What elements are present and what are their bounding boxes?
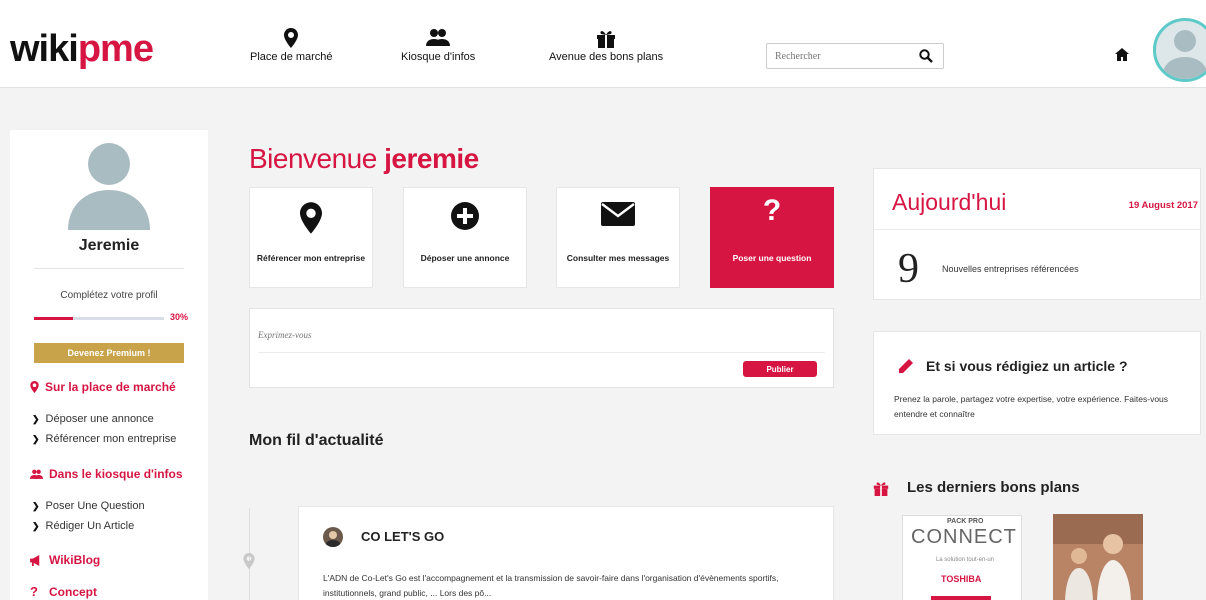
gift-icon — [597, 31, 616, 48]
nav-label: Place de marché — [250, 51, 333, 63]
chevron-right-icon: ❯ — [32, 433, 40, 444]
chef-photo-icon — [1053, 514, 1143, 600]
card-label: Consulter mes messages — [566, 253, 670, 263]
nav-label: Avenue des bons plans — [549, 51, 664, 63]
sidebar-link-label: Déposer une annonce — [45, 413, 154, 425]
user-silhouette-icon — [1162, 30, 1206, 79]
article-text: Prenez la parole, partagez votre experti… — [894, 394, 1169, 419]
sidebar-section-concept[interactable]: ? Concept — [30, 584, 97, 599]
card-referencer-entreprise[interactable]: Référencer mon entreprise — [249, 187, 373, 288]
nav-bons-plans[interactable]: Avenue des bons plans — [549, 28, 663, 63]
sidebar: Jeremie Complétez votre profil 30% Deven… — [10, 130, 208, 600]
card-label: Déposer une annonce — [420, 253, 510, 263]
sidebar-link-poser-question[interactable]: ❯ Poser Une Question — [32, 500, 145, 512]
profile-progress-bar — [34, 317, 164, 320]
person-photo-icon — [325, 531, 341, 547]
feed-avatar[interactable] — [323, 527, 343, 547]
today-panel: Aujourd'hui 19 August 2017 9 Nouvelles e… — [873, 168, 1202, 300]
sidebar-link-label: Poser Une Question — [45, 500, 145, 512]
plus-circle-icon — [451, 202, 479, 230]
search-icon[interactable] — [919, 49, 933, 63]
publish-button[interactable]: Publier — [743, 361, 817, 377]
map-pin-icon — [243, 553, 255, 569]
sidebar-section-label: WikiBlog — [49, 553, 101, 567]
card-label: Poser une question — [732, 253, 812, 263]
deal-card-connect[interactable]: PACK PRO CONNECT La solution tout-en-un … — [902, 515, 1022, 600]
today-date: 19 August 2017 — [1128, 200, 1198, 211]
map-pin-icon — [30, 381, 39, 393]
card-consulter-messages[interactable]: Consulter mes messages — [556, 187, 680, 288]
card-deposer-annonce[interactable]: Déposer une annonce — [403, 187, 527, 288]
map-pin-icon — [284, 28, 299, 48]
chevron-right-icon: ❯ — [32, 500, 40, 511]
deal-card-photo[interactable] — [1053, 514, 1143, 600]
top-header: wikipme Place de marché Kiosque d'infos … — [0, 0, 1206, 88]
question-icon: ? — [762, 194, 782, 227]
deal-brand: PACK PRO — [947, 518, 984, 525]
welcome-heading: Bienvenue jeremie — [249, 143, 479, 174]
feed-item[interactable]: CO LET'S GO L'ADN de Co-Let's Go est l'a… — [298, 506, 834, 600]
article-title: Et si vous rédigiez un article ? — [898, 358, 1128, 374]
sidebar-link-referencer-entreprise[interactable]: ❯ Référencer mon entreprise — [32, 433, 176, 445]
deal-partner: TOSHIBA — [941, 574, 982, 584]
nav-kiosque[interactable]: Kiosque d'infos — [401, 28, 475, 63]
sidebar-section-label: Sur la place de marché — [45, 380, 176, 394]
sidebar-link-deposer-annonce[interactable]: ❯ Déposer une annonce — [32, 413, 154, 425]
map-pin-icon — [300, 202, 322, 234]
wikipme-logo[interactable]: wikipme — [10, 28, 154, 71]
article-title-text: Et si vous rédigiez un article ? — [926, 358, 1128, 374]
question-icon: ? — [30, 584, 38, 599]
deal-ribbon — [931, 596, 991, 600]
profile-progress-fill — [34, 317, 73, 320]
people-icon — [426, 29, 451, 46]
feed-title: Mon fil d'actualité — [249, 432, 384, 449]
feed-author-name[interactable]: CO LET'S GO — [361, 529, 444, 544]
post-input[interactable] — [258, 317, 825, 353]
chevron-right-icon: ❯ — [32, 520, 40, 531]
sidebar-section-marketplace[interactable]: Sur la place de marché — [30, 380, 176, 394]
sidebar-link-label: Rédiger Un Article — [45, 520, 135, 532]
divider — [34, 268, 184, 269]
sidebar-user-name: Jeremie — [78, 237, 140, 254]
sidebar-section-wikiblog[interactable]: WikiBlog — [30, 553, 100, 567]
post-composer: Publier — [249, 308, 834, 388]
search-box — [766, 43, 944, 69]
home-icon[interactable] — [1115, 48, 1129, 61]
people-icon — [30, 469, 43, 479]
sidebar-link-rediger-article[interactable]: ❯ Rédiger Un Article — [32, 520, 134, 532]
new-companies-label: Nouvelles entreprises référencées — [942, 264, 1079, 274]
feed-text: L'ADN de Co-Let's Go est l'accompagnemen… — [323, 573, 779, 598]
pencil-icon — [899, 359, 913, 373]
deals-title: Les derniers bons plans — [873, 479, 1080, 496]
today-title: Aujourd'hui — [892, 189, 1007, 215]
deal-title: CONNECT — [911, 526, 1017, 548]
deal-subtitle: La solution tout-en-un — [935, 557, 995, 563]
nav-label: Kiosque d'infos — [401, 51, 476, 63]
new-companies-count: 9 — [898, 246, 919, 292]
profile-progress-percent: 30% — [170, 312, 189, 322]
card-label: Référencer mon entreprise — [256, 253, 366, 263]
sidebar-avatar[interactable] — [62, 130, 156, 230]
sidebar-link-label: Référencer mon entreprise — [45, 433, 177, 445]
premium-button[interactable]: Devenez Premium ! — [34, 343, 184, 363]
deals-title-text: Les derniers bons plans — [907, 479, 1080, 496]
gift-icon — [873, 481, 889, 496]
divider — [874, 229, 1202, 230]
write-article-panel[interactable]: Et si vous rédigiez un article ? Prenez … — [873, 331, 1201, 435]
chevron-right-icon: ❯ — [32, 413, 40, 424]
sidebar-section-kiosk[interactable]: Dans le kiosque d'infos — [30, 467, 183, 481]
card-poser-question[interactable]: ? Poser une question — [710, 187, 834, 288]
sidebar-section-label: Dans le kiosque d'infos — [49, 467, 183, 481]
sidebar-section-label: Concept — [49, 584, 97, 599]
megaphone-icon — [30, 554, 40, 566]
nav-place-de-marche[interactable]: Place de marché — [250, 28, 333, 63]
user-silhouette-icon — [68, 143, 150, 230]
envelope-icon — [601, 202, 635, 226]
user-avatar[interactable] — [1153, 18, 1206, 82]
profile-completion-label: Complétez votre profil — [60, 290, 158, 301]
search-input[interactable] — [767, 44, 907, 68]
